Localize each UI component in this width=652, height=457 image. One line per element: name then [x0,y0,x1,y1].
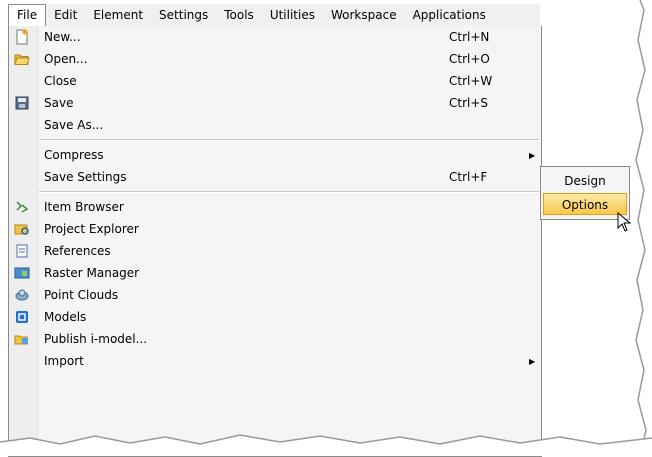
menu-item-label: Project Explorer [44,222,139,236]
menu-item-label: Raster Manager [44,266,140,280]
menu-item-project-explorer[interactable]: Project Explorer [9,218,541,240]
menu-item-label: Save As... [44,118,104,132]
menu-item-label: Save Settings [44,170,127,184]
menu-item-close[interactable]: Close Ctrl+W [9,70,541,92]
folder-open-icon [14,51,30,67]
menu-item-import[interactable]: Import ▶ [9,350,541,372]
menu-settings[interactable]: Settings [151,4,216,26]
menu-separator [39,139,539,141]
submenu-item-options[interactable]: Options [543,193,627,215]
shortcut-text: Ctrl+N [449,30,490,44]
shortcut-text: Ctrl+O [449,52,490,66]
item-browser-icon [14,199,30,215]
submenu-item-design[interactable]: Design [543,170,627,192]
menu-item-label: Save [44,96,74,110]
menu-edit[interactable]: Edit [46,4,85,26]
raster-manager-icon [14,265,30,281]
torn-edge-right [635,0,652,456]
file-menu-dropdown: New... Ctrl+N Open... Ctrl+O Close Ctrl+… [8,26,542,457]
publish-imodel-icon [14,331,30,347]
menu-applications[interactable]: Applications [405,4,494,26]
menu-item-open[interactable]: Open... Ctrl+O [9,48,541,70]
menu-item-references[interactable]: References [9,240,541,262]
menu-bar: File Edit Element Settings Tools Utiliti… [8,3,540,27]
menu-item-label: Publish i-model... [44,332,148,346]
project-explorer-icon [14,221,30,237]
menu-item-compress[interactable]: Compress ▶ [9,144,541,166]
shortcut-text: Ctrl+S [449,96,489,110]
menu-utilities[interactable]: Utilities [262,4,323,26]
torn-edge-bottom [0,434,652,456]
menu-item-item-browser[interactable]: Item Browser [9,196,541,218]
menu-item-label: Item Browser [44,200,124,214]
menu-item-label: References [44,244,111,258]
menu-item-label: Models [44,310,87,324]
menu-item-save-as[interactable]: Save As... [9,114,541,136]
models-icon [14,309,30,325]
menu-element[interactable]: Element [85,4,151,26]
submenu-arrow-icon: ▶ [529,356,536,366]
shortcut-text: Ctrl+W [449,74,493,88]
menu-item-label: Point Clouds [44,288,119,302]
menu-item-save-settings[interactable]: Save Settings Ctrl+F [9,166,541,188]
mouse-cursor-icon [617,212,631,232]
menu-item-label: New... [44,30,81,44]
menu-item-raster-manager[interactable]: Raster Manager [9,262,541,284]
references-icon [14,243,30,259]
menu-item-publish-imodel[interactable]: Publish i-model... [9,328,541,350]
menu-separator [39,191,539,193]
menu-tools[interactable]: Tools [216,4,262,26]
menu-item-new[interactable]: New... Ctrl+N [9,26,541,48]
shortcut-text: Ctrl+F [449,170,488,184]
menu-item-label: Close [44,74,77,88]
submenu-arrow-icon: ▶ [529,150,536,160]
menu-item-models[interactable]: Models [9,306,541,328]
menu-item-label: Open... [44,52,88,66]
menu-workspace[interactable]: Workspace [323,4,405,26]
menu-item-label: Import [44,354,84,368]
point-clouds-icon [14,287,30,303]
menu-item-save[interactable]: Save Ctrl+S [9,92,541,114]
floppy-disk-icon [14,95,30,111]
menu-item-label: Compress [44,148,104,162]
new-file-icon [14,29,30,45]
menu-item-point-clouds[interactable]: Point Clouds [9,284,541,306]
menu-file[interactable]: File [8,3,47,27]
